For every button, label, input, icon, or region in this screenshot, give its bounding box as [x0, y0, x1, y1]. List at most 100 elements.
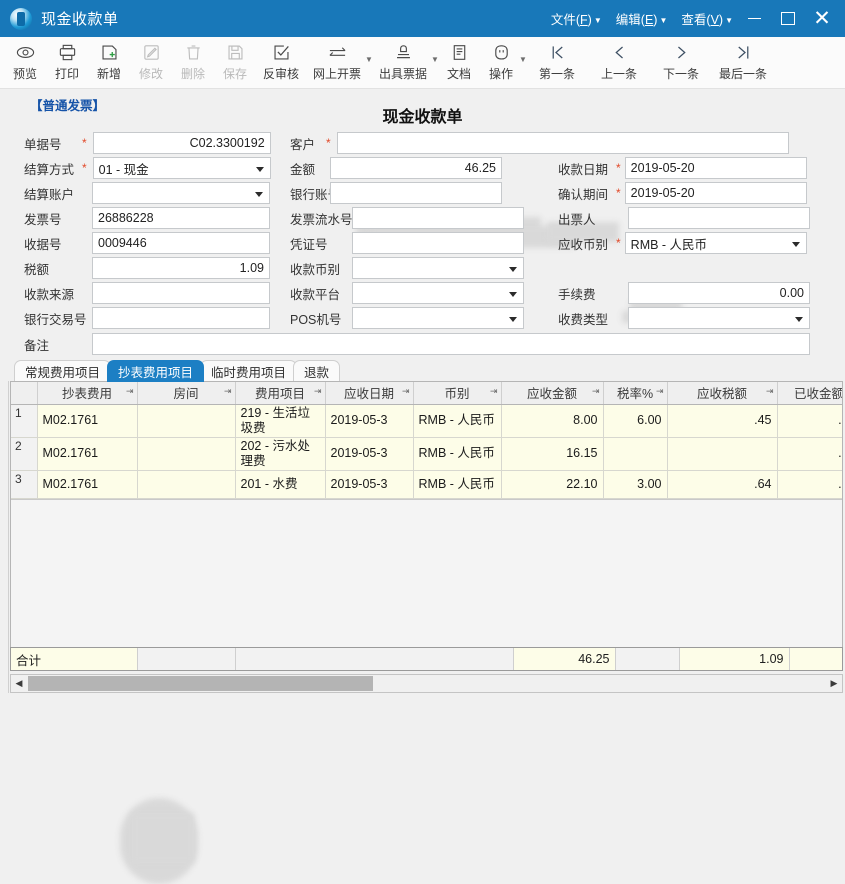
cell-tax-rate[interactable]: 3.00 [603, 470, 668, 499]
receivable-currency-select[interactable]: RMB - 人民币 [624, 232, 807, 254]
table-row[interactable]: 3 M02.1761 201 - 水费 2019-05-3 RMB - 人民币 … [11, 470, 842, 499]
pos-machine-select[interactable] [352, 307, 524, 329]
cell-receivable[interactable]: 22.10 [501, 470, 604, 499]
menu-file[interactable]: 文件(F) ▼ [551, 9, 602, 28]
scroll-right-arrow-icon[interactable]: ▶ [826, 675, 842, 692]
drawer-input[interactable] [628, 207, 810, 229]
pin-icon[interactable]: ⇥ [402, 386, 410, 397]
toolbar-prev-record-button[interactable]: 上一条 [588, 37, 650, 87]
pin-icon[interactable]: ⇥ [656, 386, 664, 397]
bill-no-input[interactable]: C02.3300192 [92, 132, 271, 154]
cell-meter-fee[interactable]: M02.1761 [37, 404, 138, 438]
pin-icon[interactable]: ⇥ [592, 386, 600, 397]
toolbar-preview-button[interactable]: 预览 [4, 37, 46, 87]
cell-meter-fee[interactable]: M02.1761 [37, 470, 138, 499]
receipt-date-input[interactable]: 2019-05-20 [624, 157, 807, 179]
minimize-button[interactable] [737, 0, 771, 37]
cell-tax[interactable]: .45 [667, 404, 778, 438]
col-receivable-tax[interactable]: 应收税额 ⇥ [667, 382, 778, 405]
invoice-no-input[interactable]: 26886228 [92, 207, 270, 229]
col-receivable-amount[interactable]: 应收金额 ⇥ [501, 382, 604, 405]
col-tax-rate[interactable]: 税率% ⇥ [603, 382, 668, 405]
col-room[interactable]: 房间 ⇥ [137, 382, 236, 405]
invoice-serial-input[interactable] [352, 207, 524, 229]
service-fee-input[interactable]: 0.00 [628, 282, 810, 304]
toolbar-next-record-button[interactable]: 下一条 [650, 37, 712, 87]
bank-account-input[interactable] [330, 182, 502, 204]
cell-received[interactable]: .00 [777, 470, 842, 499]
cell-receivable[interactable]: 8.00 [501, 404, 604, 438]
scrollbar-thumb[interactable] [28, 676, 373, 691]
cell-currency[interactable]: RMB - 人民币 [413, 437, 502, 471]
cell-due-date[interactable]: 2019-05-3 [325, 470, 414, 499]
confirm-period-input[interactable]: 2019-05-20 [624, 182, 807, 204]
horizontal-scrollbar[interactable]: ◀ ▶ [10, 674, 843, 693]
settle-account-select[interactable] [92, 182, 270, 204]
toolbar-issue-receipt-button[interactable]: 出具票据 [372, 37, 434, 87]
cell-fee-item[interactable]: 219 - 生活垃圾费 [235, 404, 326, 438]
cell-tax-rate[interactable] [603, 437, 668, 471]
col-fee-item[interactable]: 费用项目 ⇥ [235, 382, 326, 405]
col-received-amount[interactable]: 已收金额⇥ [777, 382, 842, 405]
settle-method-select[interactable]: 01 - 现金 [92, 157, 271, 179]
pin-icon[interactable]: ⇥ [490, 386, 498, 397]
scroll-left-arrow-icon[interactable]: ◀ [11, 675, 27, 692]
remark-input[interactable] [92, 333, 810, 355]
toolbar-document-button[interactable]: 文档 [438, 37, 480, 87]
voucher-no-input[interactable] [352, 232, 524, 254]
toolbar-online-invoice-button[interactable]: 网上开票 [306, 37, 368, 87]
tab-temporary-fee-items[interactable]: 临时费用项目 [200, 360, 298, 382]
cell-due-date[interactable]: 2019-05-3 [325, 404, 414, 438]
close-button[interactable]: ✕ [805, 0, 839, 37]
cell-room[interactable] [137, 470, 236, 499]
menu-view[interactable]: 查看(V) ▼ [681, 9, 733, 28]
col-currency[interactable]: 币别 ⇥ [413, 382, 502, 405]
cell-currency[interactable]: RMB - 人民币 [413, 470, 502, 499]
cell-received[interactable]: .00 [777, 404, 842, 438]
toolbar-add-button[interactable]: 新增 [88, 37, 130, 87]
toolbar-print-button[interactable]: 打印 [46, 37, 88, 87]
cell-due-date[interactable]: 2019-05-3 [325, 437, 414, 471]
pin-icon[interactable]: ⇥ [766, 386, 774, 397]
customer-input[interactable] [336, 132, 789, 154]
table-row[interactable]: 2 M02.1761 202 - 污水处理费 2019-05-3 RMB - 人… [11, 437, 842, 471]
cell-meter-fee[interactable]: M02.1761 [37, 437, 138, 471]
receipt-currency-select[interactable] [352, 257, 524, 279]
cell-fee-item[interactable]: 202 - 污水处理费 [235, 437, 326, 471]
tab-meter-fee-items[interactable]: 抄表费用项目 [107, 360, 205, 382]
toolbar-operation-button[interactable]: 操作 [480, 37, 522, 87]
pin-icon[interactable]: ⇥ [126, 386, 134, 397]
cell-receivable[interactable]: 16.15 [501, 437, 604, 471]
tax-amount-input[interactable]: 1.09 [92, 257, 270, 279]
payment-source-input[interactable] [92, 282, 270, 304]
cell-tax[interactable] [667, 437, 778, 471]
cell-tax[interactable]: .64 [667, 470, 778, 499]
toolbar-unaudit-button[interactable]: 反审核 [256, 37, 306, 87]
bank-txn-no-input[interactable] [92, 307, 270, 329]
cell-tax-rate[interactable]: 6.00 [603, 404, 668, 438]
toolbar-modify-button[interactable]: 修改 [130, 37, 172, 87]
table-row[interactable]: 1 M02.1761 219 - 生活垃圾费 2019-05-3 RMB - 人… [11, 404, 842, 438]
toolbar-first-record-button[interactable]: 第一条 [526, 37, 588, 87]
cell-fee-item[interactable]: 201 - 水费 [235, 470, 326, 499]
fee-type-select[interactable] [628, 307, 810, 329]
col-due-date[interactable]: 应收日期 ⇥ [325, 382, 414, 405]
col-rownum[interactable] [11, 382, 38, 405]
toolbar-last-record-button[interactable]: 最后一条 [712, 37, 774, 87]
payment-platform-select[interactable] [352, 282, 524, 304]
receipt-no-input[interactable]: 0009446 [92, 232, 270, 254]
menu-edit[interactable]: 编辑(E) ▼ [616, 9, 668, 28]
cell-currency[interactable]: RMB - 人民币 [413, 404, 502, 438]
tab-regular-fee-items[interactable]: 常规费用项目 [14, 360, 112, 382]
cell-room[interactable] [137, 404, 236, 438]
col-meter-fee[interactable]: 抄表费用 ⇥ [37, 382, 138, 405]
amount-input[interactable]: 46.25 [330, 157, 502, 179]
tab-refund[interactable]: 退款 [293, 360, 341, 382]
toolbar-save-button[interactable]: 保存 [214, 37, 256, 87]
cell-room[interactable] [137, 437, 236, 471]
cell-received[interactable]: .00 [777, 437, 842, 471]
pin-icon[interactable]: ⇥ [314, 386, 322, 397]
pin-icon[interactable]: ⇥ [224, 386, 232, 397]
maximize-button[interactable] [771, 0, 805, 37]
toolbar-delete-button[interactable]: 删除 [172, 37, 214, 87]
